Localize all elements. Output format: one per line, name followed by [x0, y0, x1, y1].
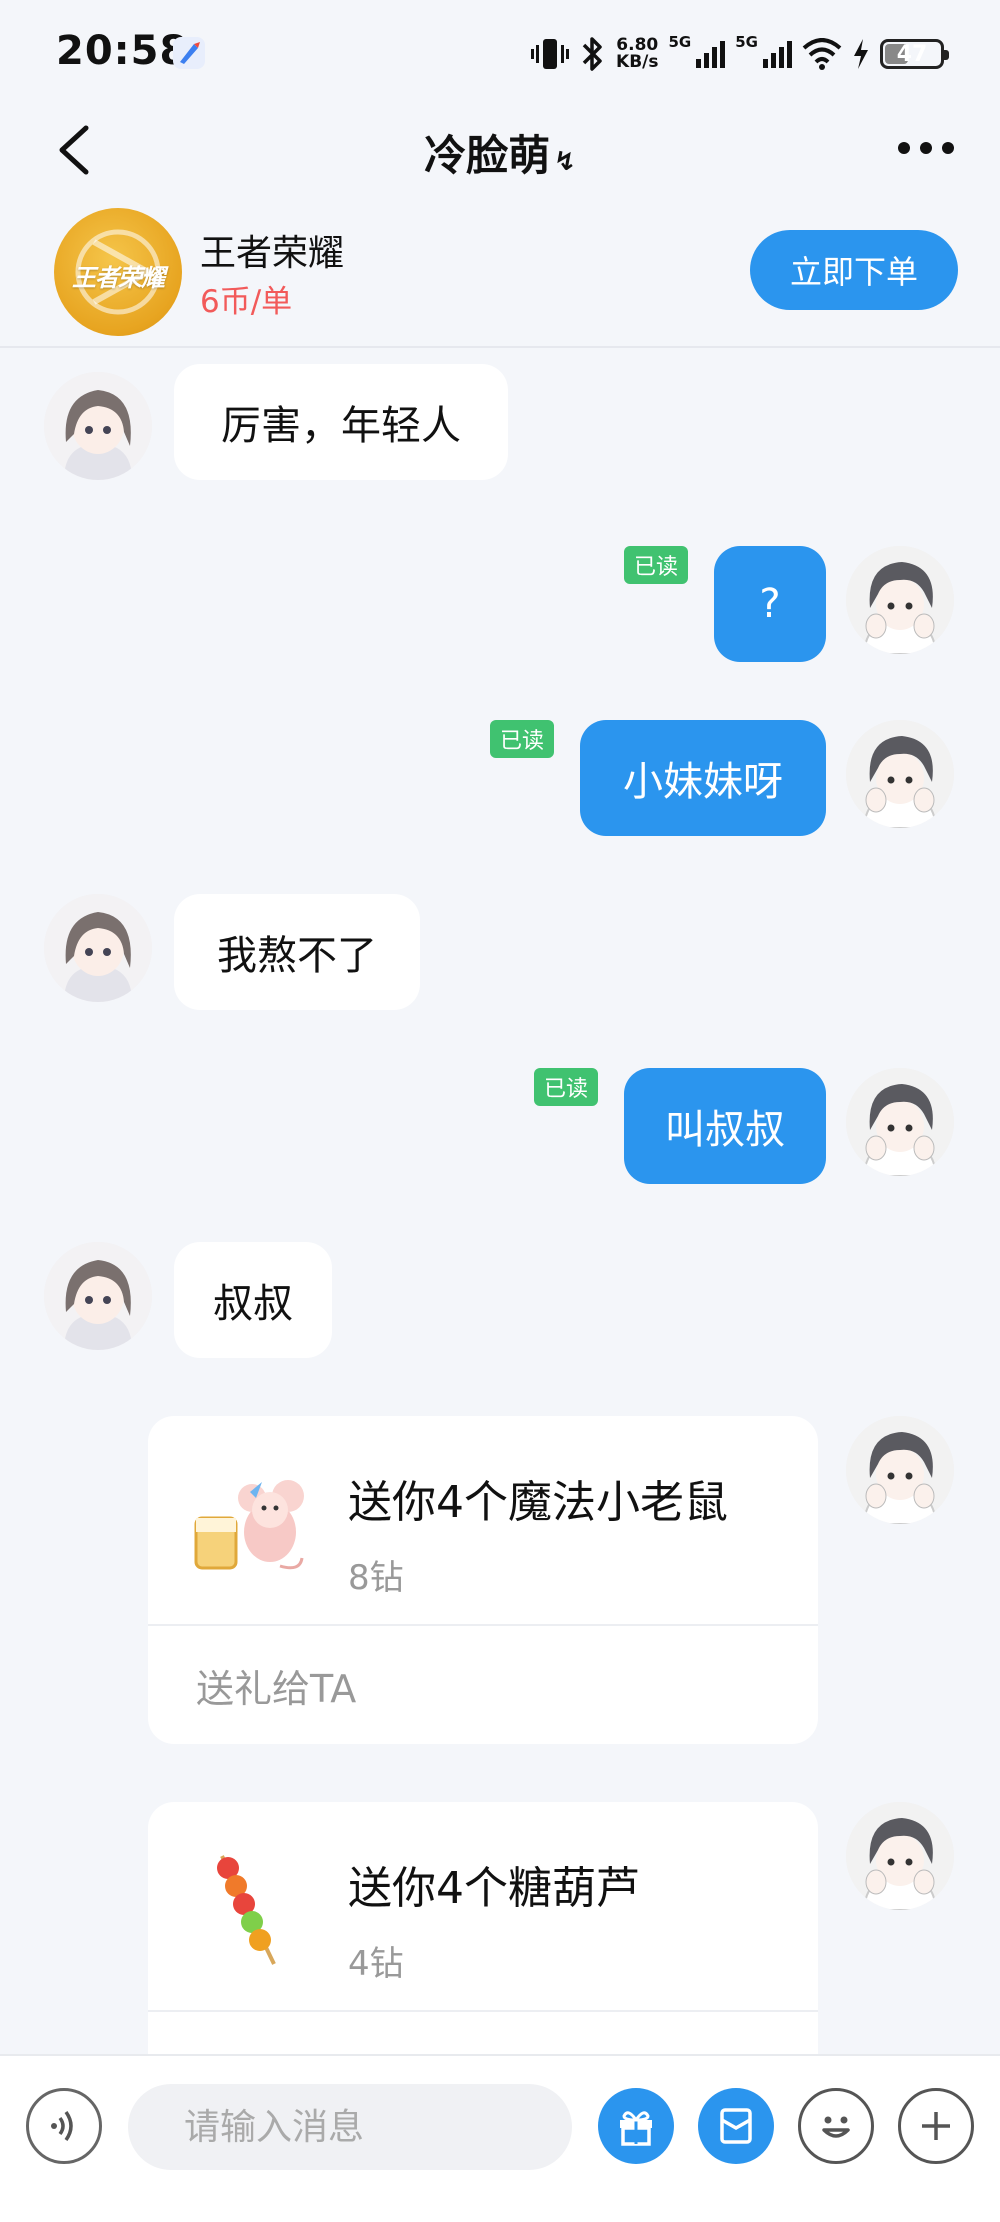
send-gift-link[interactable]: 送礼给TA: [148, 2012, 818, 2055]
nav-bar: 冷脸萌 ↯: [0, 100, 1000, 196]
message-bubble[interactable]: 叔叔: [174, 1242, 332, 1358]
signal-icon: [696, 41, 726, 68]
send-gift-link[interactable]: 送礼给TA: [148, 1626, 818, 1744]
plus-button[interactable]: [898, 2088, 974, 2164]
message-input[interactable]: [128, 2084, 572, 2170]
plus-icon: [922, 2112, 950, 2140]
emoji-button[interactable]: [798, 2088, 874, 2164]
vibrate-icon: [531, 39, 570, 69]
chat-partner-name: 冷脸萌: [424, 131, 551, 180]
read-badge: 已读: [624, 546, 689, 584]
candied-haws-gift-image: [217, 1855, 276, 1965]
sim2-label: 5G: [735, 33, 758, 51]
message-bubble[interactable]: 我熬不了: [174, 894, 420, 1010]
my-avatar[interactable]: [846, 1068, 954, 1176]
gift-card-body: 送你4个糖葫芦 4钻: [148, 1802, 818, 2010]
gift-title: 送你4个魔法小老鼠: [348, 1477, 728, 1528]
bluetooth-icon: [582, 37, 602, 71]
red-packet-button[interactable]: [698, 2088, 774, 2164]
voice-icon: [51, 2110, 73, 2142]
gift-price: 8钻: [348, 1558, 404, 1598]
status-bar: 20:58 6.80 KB/s 5G 5G 47: [0, 0, 1000, 100]
game-price: 6币/单: [200, 284, 293, 320]
title-suffix: ↯: [554, 147, 576, 177]
message-bubble[interactable]: 叫叔叔: [624, 1068, 826, 1184]
more-icon[interactable]: [896, 128, 956, 168]
my-avatar[interactable]: [846, 1802, 954, 1910]
battery-icon: 47: [880, 39, 949, 69]
status-time: 20:58: [56, 28, 189, 74]
charging-icon: [854, 39, 868, 69]
input-bar: [0, 2054, 1000, 2222]
battery-level: 47: [896, 41, 928, 67]
gift-button[interactable]: [598, 2088, 674, 2164]
partner-avatar[interactable]: [44, 894, 152, 1002]
gift-icon: [620, 2111, 652, 2146]
message-bubble[interactable]: 厉害，年轻人: [174, 364, 508, 480]
page-title: 冷脸萌 ↯: [0, 122, 1000, 183]
magic-mouse-gift-image: [194, 1480, 304, 1570]
game-name: 王者荣耀: [200, 233, 345, 274]
my-avatar[interactable]: [846, 720, 954, 828]
emoji-icon: [822, 2116, 850, 2138]
gift-card[interactable]: 送你4个魔法小老鼠 8钻 送礼给TA: [148, 1416, 818, 1744]
chat-messages[interactable]: 厉害，年轻人 已读 ? 已读 小妹妹呀 我熬不了 已读 叫叔叔 叔叔 送你4个魔…: [0, 350, 1000, 2054]
partner-avatar[interactable]: [44, 372, 152, 480]
network-speed: 6.80 KB/s: [616, 35, 659, 72]
signal-icon-2: [763, 41, 792, 68]
partner-avatar[interactable]: [44, 1242, 152, 1350]
gift-card[interactable]: 送你4个糖葫芦 4钻 送礼给TA: [148, 1802, 818, 2054]
read-badge: 已读: [534, 1068, 599, 1106]
game-logo-text: 王者荣耀: [72, 264, 165, 292]
wifi-icon: [802, 38, 842, 70]
gift-card-body: 送你4个魔法小老鼠 8钻: [148, 1416, 818, 1624]
game-order-card: 王者荣耀 王者荣耀 6币/单 立即下单: [0, 196, 1000, 348]
order-now-button[interactable]: 立即下单: [750, 230, 958, 310]
gift-title: 送你4个糖葫芦: [348, 1863, 640, 1914]
game-logo[interactable]: 王者荣耀: [54, 208, 182, 336]
status-icons: 6.80 KB/s 5G 5G 47: [530, 30, 949, 78]
my-avatar[interactable]: [846, 1416, 954, 1524]
sim1-label: 5G: [668, 33, 692, 51]
app-notification-icon: [173, 37, 205, 69]
my-avatar[interactable]: [846, 546, 954, 654]
message-bubble[interactable]: 小妹妹呀: [580, 720, 826, 836]
red-packet-icon: [720, 2108, 752, 2144]
message-bubble[interactable]: ?: [714, 546, 826, 662]
gift-price: 4钻: [348, 1944, 404, 1984]
read-badge: 已读: [490, 720, 555, 758]
voice-button[interactable]: [26, 2088, 102, 2164]
